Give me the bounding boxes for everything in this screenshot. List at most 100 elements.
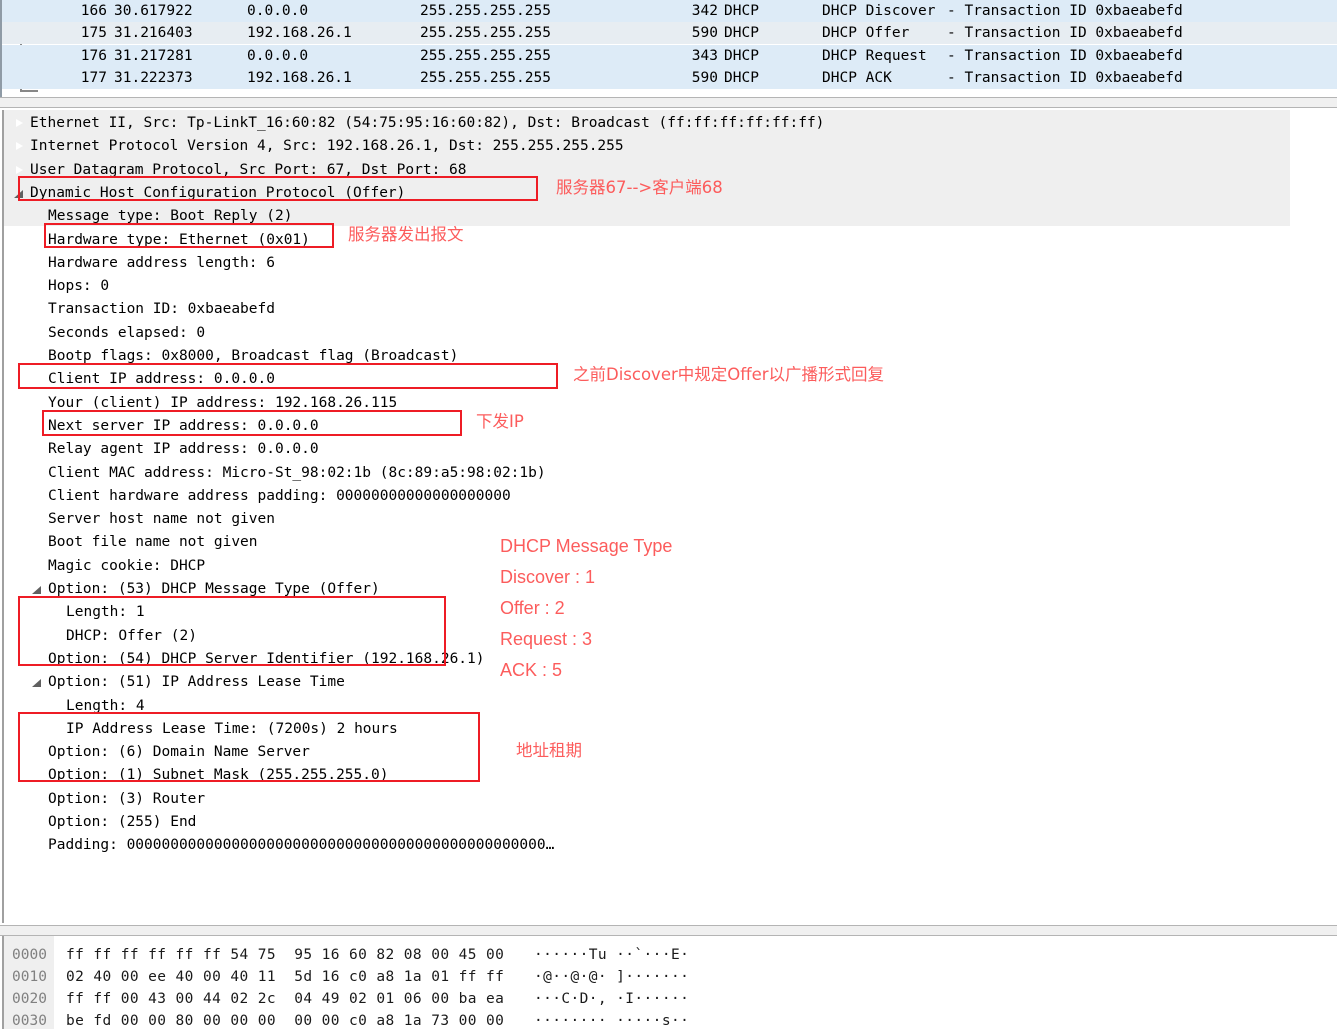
annotation-boot-reply: 服务器发出报文 [348,225,464,244]
packet-protocol: DHCP [724,70,759,86]
packet-no: 176 [80,48,107,64]
hex-ascii: ···C·D·, ·I······ [534,991,690,1007]
detail-tree-label: Next server IP address: 0.0.0.0 [48,417,319,434]
packet-list-row[interactable]: 177 31.222373 192.168.26.1 255.255.255.255 5… [2,67,1337,89]
detail-tree-label: Your (client) IP address: 192.168.26.115 [48,394,398,411]
detail-tree-label: Padding: 0000000000000000000000000000000… [48,837,555,854]
hex-bytes: 02 40 00 ee 40 00 40 11 5d 16 c0 a8 1a 0… [66,969,505,985]
packet-info: DHCP Discover [822,3,936,19]
detail-tree-label: Server host name not given [48,511,275,528]
packet-length: 590 [691,25,718,41]
packet-no: 166 [80,3,107,19]
detail-tree-label: Seconds elapsed: 0 [48,324,206,341]
triangle-down-icon[interactable] [30,578,44,601]
triangle-right-icon[interactable] [30,788,44,811]
detail-tree-label: Message type: Boot Reply (2) [48,208,293,225]
detail-tree-label: DHCP: Offer (2) [66,627,197,644]
detail-tree-label: Option: (255) End [48,814,197,830]
annotation-legend-offer: Offer : 2 [500,598,565,618]
packet-source: 0.0.0.0 [247,48,309,64]
packet-detail-pane[interactable]: Ethernet II, Src: Tp-LinkT_16:60:82 (54:… [0,108,1337,925]
detail-tree-label: Option: (3) Router [48,790,206,807]
triangle-right-icon[interactable] [30,811,44,834]
detail-tree-label: Option: (54) DHCP Server Identifier (192… [48,650,485,667]
hex-offset: 0010 [12,969,47,985]
hex-offset: 0000 [12,947,47,963]
packet-info-transaction: - Transaction ID 0xbaeabefd [947,70,1183,86]
detail-tree-label: Option: (1) Subnet Mask (255.255.255.0) [48,767,389,784]
detail-tree-label: Length: 4 [66,697,145,714]
hex-bytes: be fd 00 00 80 00 00 00 00 00 c0 a8 1a 7… [66,1013,505,1029]
triangle-right-icon[interactable] [12,135,26,158]
detail-tree-label: Transaction ID: 0xbaeabefd [48,301,275,318]
packet-list-pane[interactable]: 166 30.617922 0.0.0.0 255.255.255.255 342 DHC… [0,0,1337,97]
packet-no: 177 [80,70,107,86]
annotation-bootp-flags: 之前Discover中规定Offer以广播形式回复 [573,365,885,384]
hex-ascii: ······Tu ··`···E· [534,947,690,963]
detail-tree-label: Magic cookie: DHCP [48,557,206,574]
triangle-right-icon[interactable] [12,112,26,135]
packet-source: 0.0.0.0 [247,3,309,19]
hex-offset: 0020 [12,991,47,1007]
annotation-legend-title: DHCP Message Type [500,536,673,556]
packet-info-transaction: - Transaction ID 0xbaeabefd [947,48,1183,64]
detail-tree-label: Option: (51) IP Address Lease Time [48,674,345,691]
triangle-right-icon[interactable] [12,159,26,182]
annotation-lease-time: 地址租期 [516,741,582,760]
packet-destination: 255.255.255.255 [420,25,551,41]
triangle-down-icon[interactable] [12,182,26,205]
detail-tree-label: Relay agent IP address: 0.0.0.0 [48,441,319,458]
packet-protocol: DHCP [724,25,759,41]
packet-time: 31.222373 [114,70,193,86]
packet-destination: 255.255.255.255 [420,70,551,86]
packet-info-transaction: - Transaction ID 0xbaeabefd [947,3,1183,19]
detail-tree-label: Client hardware address padding: 0000000… [48,487,511,504]
detail-tree-label: Hardware type: Ethernet (0x01) [48,231,310,248]
packet-list-detail-splitter[interactable] [0,97,1337,108]
triangle-right-icon[interactable] [30,648,44,671]
detail-tree-label: Dynamic Host Configuration Protocol (Off… [30,184,406,201]
packet-source: 192.168.26.1 [247,70,352,86]
hex-ascii: ········ ·····s·· [534,1013,690,1029]
packet-info-transaction: - Transaction ID 0xbaeabefd [947,25,1183,41]
packet-no: 175 [80,25,107,41]
detail-tree-label: Option: (53) DHCP Message Type (Offer) [48,581,380,597]
hex-bytes: ff ff 00 43 00 44 02 2c 04 49 02 01 06 0… [66,991,505,1007]
detail-tree-label: Length: 1 [66,604,145,621]
hex-bytes: ff ff ff ff ff ff 54 75 95 16 60 82 08 0… [66,947,505,963]
packet-length: 590 [691,70,718,86]
annotation-legend-ack: ACK : 5 [500,660,563,680]
packet-list-row[interactable]: 176 31.217281 0.0.0.0 255.255.255.255 343 DHC… [2,45,1337,67]
packet-list-row[interactable]: 175 31.216403 192.168.26.1 255.255.255.255 5… [2,22,1337,44]
detail-tree-label: IP Address Lease Time: (7200s) 2 hours [66,720,398,737]
packet-length: 342 [691,3,718,19]
annotation-legend-discover: Discover : 1 [500,567,596,587]
hex-offset: 0030 [12,1013,47,1029]
detail-tree-label: Internet Protocol Version 4, Src: 192.16… [30,138,624,155]
detail-tree-label: Client MAC address: Micro-St_98:02:1b (8… [48,464,546,481]
packet-info: DHCP ACK [822,70,892,86]
packet-destination: 255.255.255.255 [420,48,551,64]
detail-tree-label: Option: (6) Domain Name Server [48,744,310,761]
hex-ascii: ·@··@·@· ]······· [534,969,690,985]
detail-tree-label: Boot file name not given [48,534,258,551]
triangle-right-icon[interactable] [30,741,44,764]
detail-tree-label: Hops: 0 [48,278,110,295]
detail-pane-left-border [2,110,4,923]
packet-info: DHCP Request [822,48,927,64]
packet-time: 31.217281 [114,48,193,64]
packet-time: 30.617922 [114,3,193,19]
detail-tree-label: User Datagram Protocol, Src Port: 67, Ds… [30,161,467,178]
packet-length: 343 [691,48,718,64]
packet-bytes-pane[interactable]: 0000 ff ff ff ff ff ff 54 75 95 16 60 82 … [0,936,1337,1029]
packet-info: DHCP Offer [822,25,910,41]
triangle-right-icon[interactable] [30,345,44,368]
triangle-right-icon[interactable] [30,764,44,787]
detail-tree-label: Bootp flags: 0x8000, Broadcast flag (Bro… [48,348,459,364]
packet-list-row[interactable]: 166 30.617922 0.0.0.0 255.255.255.255 342 DHC… [2,0,1337,22]
detail-hex-splitter[interactable] [0,925,1337,936]
triangle-down-icon[interactable] [30,671,44,694]
packet-protocol: DHCP [724,48,759,64]
annotation-udp-ports: 服务器67-->客户端68 [556,178,723,197]
packet-destination: 255.255.255.255 [420,3,551,19]
